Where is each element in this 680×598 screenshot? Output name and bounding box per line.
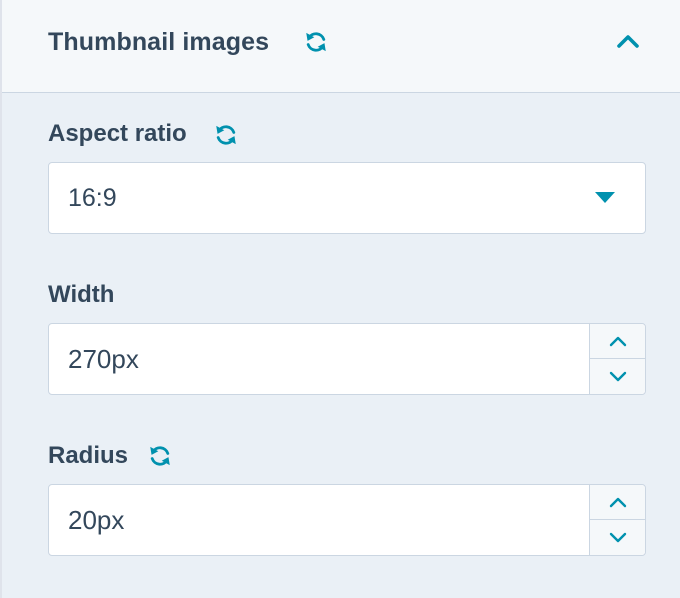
refresh-icon[interactable] xyxy=(213,122,239,148)
width-input[interactable]: 270px xyxy=(48,323,646,395)
width-decrement-button[interactable] xyxy=(590,359,645,394)
radius-decrement-button[interactable] xyxy=(590,520,645,555)
chevron-down-icon xyxy=(609,371,627,382)
refresh-icon[interactable] xyxy=(303,29,329,55)
aspect-ratio-label: Aspect ratio xyxy=(48,120,187,147)
width-increment-button[interactable] xyxy=(590,324,645,359)
width-label: Width xyxy=(48,281,115,308)
chevron-up-icon xyxy=(609,497,627,508)
radius-label: Radius xyxy=(48,442,129,469)
aspect-ratio-select[interactable]: 16:9 xyxy=(48,162,646,234)
chevron-up-icon xyxy=(617,35,639,48)
caret-down-icon xyxy=(595,192,615,203)
chevron-down-icon xyxy=(609,532,627,543)
width-value: 270px xyxy=(68,344,139,374)
radius-increment-button[interactable] xyxy=(590,485,645,520)
radius-stepper xyxy=(589,485,645,555)
radius-input[interactable]: 20px xyxy=(48,484,646,556)
section-header[interactable]: Thumbnail images xyxy=(2,0,680,93)
refresh-icon[interactable] xyxy=(147,443,173,469)
width-stepper xyxy=(589,324,645,394)
settings-panel: Thumbnail images Aspect ratio 16:9 Width… xyxy=(0,0,680,598)
chevron-up-icon xyxy=(609,336,627,347)
collapse-toggle[interactable] xyxy=(611,27,645,57)
section-title: Thumbnail images xyxy=(48,28,270,56)
radius-value: 20px xyxy=(68,505,125,535)
aspect-ratio-value: 16:9 xyxy=(68,184,117,212)
